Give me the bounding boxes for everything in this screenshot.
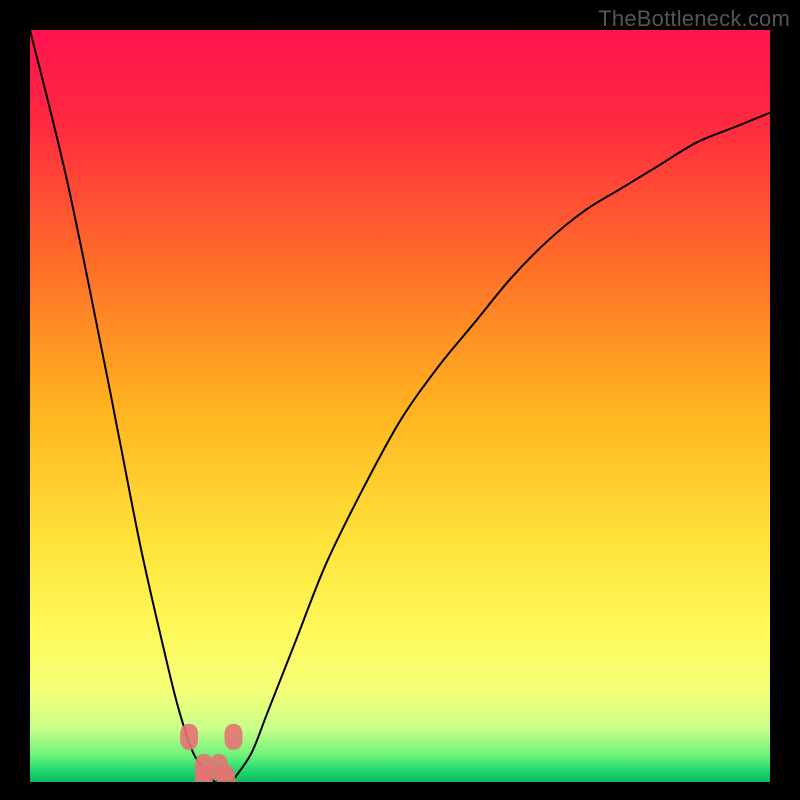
curve-marker [195,765,213,782]
bottleneck-curve-chart [30,30,770,782]
curve-marker [180,724,198,750]
curve-marker [225,724,243,750]
watermark-label: TheBottleneck.com [598,6,790,32]
chart-frame: TheBottleneck.com [0,0,800,800]
curve-marker [217,765,235,782]
plot-background [30,30,770,782]
